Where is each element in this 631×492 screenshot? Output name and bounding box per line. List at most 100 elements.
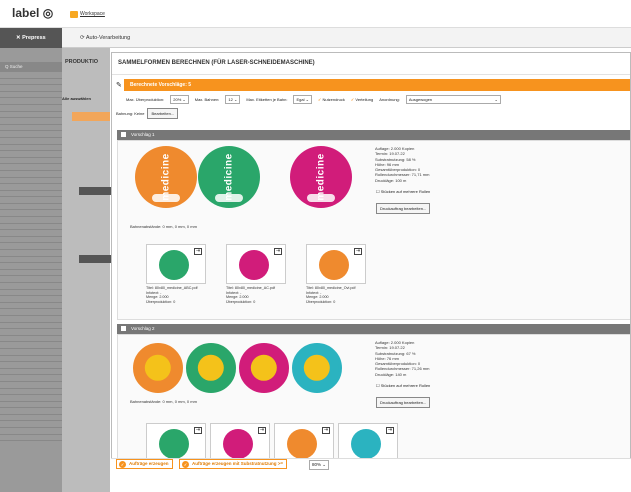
stuecken-checkbox-2[interactable]: ☐ Stücken auf mehrere Rollen (376, 383, 430, 388)
sidebar-row[interactable] (0, 105, 62, 112)
bearbeiten-button[interactable]: Bearbeiten... (147, 108, 179, 119)
thumb-v2-3[interactable]: ⇥ (274, 423, 334, 463)
sidebar-row[interactable] (0, 125, 62, 132)
sidebar-row[interactable] (0, 210, 62, 218)
expand-icon[interactable]: ⇥ (194, 248, 202, 255)
vorschlag-2-header[interactable]: Vorschlag 2 (117, 324, 630, 334)
vorschlag-1-checkbox[interactable] (121, 132, 126, 137)
etiketten-select[interactable]: Egal ⌄ (293, 94, 312, 104)
sidebar-row[interactable] (0, 375, 62, 382)
sidebar-row[interactable] (0, 158, 62, 165)
sidebar-row[interactable] (0, 290, 62, 297)
expand-icon[interactable]: ⇥ (354, 248, 362, 255)
sidebar-row[interactable] (0, 270, 62, 277)
druckauftrag-button-2[interactable]: Druckauftrag bearbeiten... (376, 397, 431, 408)
sidebar-row[interactable] (0, 204, 62, 211)
sidebar-row[interactable] (0, 224, 62, 231)
workspace-link[interactable]: Workspace (80, 11, 105, 17)
sidebar-row[interactable] (0, 408, 62, 415)
thumb-1[interactable]: ⇥ (146, 244, 206, 284)
sidebar-row[interactable] (0, 382, 62, 389)
expand-icon[interactable]: ⇥ (194, 427, 202, 434)
sidebar-row[interactable] (0, 342, 62, 349)
left-sidebar: Q Suche (0, 48, 62, 492)
sidebar-row[interactable] (0, 79, 62, 86)
sidebar-row[interactable] (0, 250, 62, 257)
sidebar-row[interactable] (0, 237, 62, 244)
ueber-select[interactable]: 20% ⌄ (170, 94, 189, 104)
dialog-title: SAMMELFORMEN BERECHNEN (FÜR LASER-SCHNEI… (112, 53, 630, 75)
verteilung-checkbox[interactable]: ✓ Verteilung (351, 97, 373, 102)
sidebar-row[interactable] (0, 421, 62, 429)
sidebar-row[interactable] (0, 389, 62, 396)
sidebar-row[interactable] (0, 356, 62, 363)
sidebar-row[interactable] (0, 362, 62, 369)
bahnen-select[interactable]: 12 ⌄ (225, 94, 241, 104)
pin-icon[interactable]: ✎ (116, 81, 122, 89)
expand-icon[interactable]: ⇥ (322, 427, 330, 434)
sidebar-row[interactable] (0, 309, 62, 316)
info-1: Auflage: 2.000 Kopien Termin: 19.07.22 Sub… (375, 146, 430, 183)
sidebar-row[interactable] (0, 243, 62, 251)
expand-icon[interactable]: ⇥ (258, 427, 266, 434)
substrat-percent-select[interactable]: 80% ⌄ (309, 460, 330, 470)
section-bar[interactable] (79, 187, 111, 195)
sidebar-row[interactable] (0, 329, 62, 336)
sidebar-row[interactable] (0, 171, 62, 178)
sidebar-row[interactable] (0, 151, 62, 158)
sidebar-row[interactable] (0, 112, 62, 119)
sidebar-row[interactable] (0, 395, 62, 402)
select-all-label[interactable]: Alle auswählen (62, 96, 91, 101)
sidebar-row[interactable] (0, 164, 62, 171)
sidebar-row[interactable] (0, 118, 62, 125)
sidebar-row[interactable] (0, 283, 62, 290)
sidebar-row[interactable] (0, 428, 62, 435)
thumb-v2-4[interactable]: ⇥ (338, 423, 398, 463)
sidebar-row[interactable] (0, 303, 62, 310)
expand-icon[interactable]: ⇥ (274, 248, 282, 255)
sidebar-row[interactable] (0, 257, 62, 264)
section-bar-2[interactable] (79, 255, 111, 263)
sidebar-row[interactable] (0, 178, 62, 185)
auftraege-substrat-button[interactable]: ✓ Aufträge erzeugen mit Substratnutzung >… (179, 459, 288, 469)
tab-prepress[interactable]: ✕ Prepress (0, 28, 62, 48)
expand-icon[interactable]: ⇥ (386, 427, 394, 434)
druckauftrag-button-1[interactable]: Druckauftrag bearbeiten... (376, 203, 431, 214)
sidebar-row[interactable] (0, 138, 62, 145)
thumb-v2-2[interactable]: ⇥ (210, 423, 270, 463)
sidebar-row[interactable] (0, 415, 62, 422)
sidebar-row[interactable] (0, 316, 62, 323)
sidebar-row[interactable] (0, 336, 62, 343)
sidebar-row[interactable] (0, 145, 62, 152)
sidebar-row[interactable] (0, 72, 62, 79)
nutzendruck-checkbox[interactable]: ✓ Nutzendruck (318, 97, 345, 102)
sidebar-row[interactable] (0, 402, 62, 409)
sidebar-row[interactable] (0, 263, 62, 270)
sidebar-row[interactable] (0, 349, 62, 356)
sidebar-row[interactable] (0, 276, 62, 283)
sidebar-row[interactable] (0, 98, 62, 105)
vorschlag-2-checkbox[interactable] (121, 326, 126, 331)
sidebar-row[interactable] (0, 323, 62, 330)
sidebar-row[interactable] (0, 131, 62, 138)
thumb-3[interactable]: ⇥ (306, 244, 366, 284)
sidebar-row[interactable] (0, 92, 62, 99)
sidebar-row[interactable] (0, 296, 62, 303)
substrat-chip[interactable] (72, 112, 110, 121)
auftraege-erzeugen-button[interactable]: ✓ Aufträge erzeugen (116, 459, 173, 469)
sidebar-row[interactable] (0, 369, 62, 376)
anordnung-select[interactable]: Ausgewogen ⌄ (405, 94, 501, 104)
stuecken-checkbox-1[interactable]: ☐ Stücken auf mehrere Rollen (376, 189, 430, 194)
sidebar-row[interactable] (0, 217, 62, 224)
sidebar-row[interactable] (0, 435, 62, 442)
thumb-2[interactable]: ⇥ (226, 244, 286, 284)
sidebar-row[interactable] (0, 191, 62, 198)
thumb-v2-1[interactable]: ⇥ (146, 423, 206, 463)
sidebar-row[interactable] (0, 184, 62, 191)
search-field[interactable]: Q Suche (0, 62, 62, 72)
sidebar-row[interactable] (0, 230, 62, 237)
sidebar-row[interactable] (0, 197, 62, 204)
vorschlag-1-header[interactable]: Vorschlag 1 (117, 130, 630, 140)
sidebar-row[interactable] (0, 85, 62, 92)
tab-auto-verarbeitung[interactable]: ⟳ Auto-Verarbeitung (80, 35, 130, 41)
